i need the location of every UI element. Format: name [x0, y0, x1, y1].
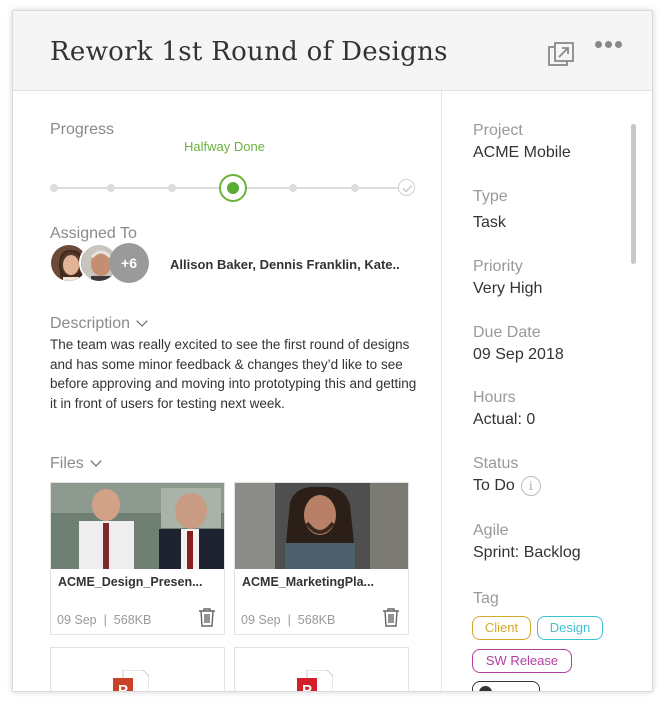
file-thumbnail	[51, 483, 224, 569]
task-header: Rework 1st Round of Designs	[13, 11, 652, 91]
assigned-label: Assigned To	[50, 225, 137, 242]
file-thumbnail	[235, 483, 408, 569]
powerpoint-file-icon: P	[113, 670, 149, 692]
task-detail-card: Rework 1st Round of Designs Progress Hal…	[12, 10, 653, 692]
tag-add-button[interactable]	[472, 681, 540, 691]
progress-status: Halfway Done	[184, 139, 265, 154]
file-meta: 09 Sep | 568KB	[241, 613, 335, 627]
agile-label: Agile	[473, 522, 509, 539]
trash-icon[interactable]	[382, 607, 400, 627]
hours-value[interactable]: Actual: 0	[473, 411, 535, 429]
assignee-names[interactable]: Allison Baker, Dennis Franklin, Kate..	[170, 257, 400, 272]
files-toggle[interactable]: Files	[50, 455, 102, 473]
status-value[interactable]: To Do	[473, 477, 515, 494]
more-assignees-badge[interactable]: +6	[109, 243, 149, 283]
file-date: 09 Sep	[241, 613, 281, 627]
progress-label: Progress	[50, 121, 115, 138]
file-card[interactable]: ACME_Design_Presen... 09 Sep | 568KB	[50, 482, 225, 635]
project-label: Project	[473, 122, 523, 139]
due-date-value[interactable]: 09 Sep 2018	[473, 346, 564, 364]
chevron-down-icon	[136, 315, 148, 327]
tag-label: Tag	[473, 590, 499, 607]
trash-icon[interactable]	[198, 607, 216, 627]
svg-text:P: P	[118, 682, 128, 692]
file-date: 09 Sep	[57, 613, 97, 627]
agile-value[interactable]: Sprint: Backlog	[473, 544, 581, 562]
tag-design[interactable]: Design	[537, 616, 603, 640]
file-card[interactable]: ACME_MarketingPla... 09 Sep | 568KB	[234, 482, 409, 635]
progress-step[interactable]	[168, 184, 176, 192]
description-text: The team was really excited to see the f…	[50, 337, 417, 411]
description-label: Description	[50, 315, 131, 332]
file-meta: 09 Sep | 568KB	[57, 613, 151, 627]
priority-label: Priority	[473, 258, 523, 275]
file-name: ACME_Design_Presen...	[58, 575, 203, 589]
scrollbar-thumb[interactable]	[631, 124, 636, 264]
pdf-file-icon: P	[297, 670, 333, 692]
files-label: Files	[50, 455, 84, 472]
priority-value[interactable]: Very High	[473, 280, 542, 298]
task-title: Rework 1st Round of Designs	[50, 37, 448, 67]
status-row: To Do i	[473, 476, 541, 496]
progress-step[interactable]	[50, 184, 58, 192]
svg-text:P: P	[302, 682, 312, 692]
popout-icon[interactable]	[547, 41, 575, 69]
file-card[interactable]: P	[50, 647, 225, 692]
tag-sw-release[interactable]: SW Release	[472, 649, 572, 673]
file-size: 568KB	[297, 613, 336, 627]
more-horizontal-icon[interactable]	[595, 35, 627, 51]
info-icon[interactable]: i	[520, 476, 541, 496]
project-value[interactable]: ACME Mobile	[473, 144, 571, 162]
progress-step[interactable]	[289, 184, 297, 192]
file-name: ACME_MarketingPla...	[242, 575, 374, 589]
progress-step[interactable]	[107, 184, 115, 192]
description-toggle[interactable]: Description	[50, 315, 148, 333]
progress-step-complete-icon[interactable]	[398, 179, 415, 196]
plus-circle-icon	[479, 686, 492, 691]
task-details-panel: Project ACME Mobile Type Task Priority V…	[442, 91, 652, 691]
file-card[interactable]: P	[234, 647, 409, 692]
progress-step-current[interactable]	[219, 174, 247, 202]
meta-separator: |	[100, 613, 111, 627]
hours-label: Hours	[473, 389, 516, 406]
tag-client[interactable]: Client	[472, 616, 531, 640]
type-value[interactable]: Task	[473, 214, 506, 232]
progress-step[interactable]	[351, 184, 359, 192]
task-main-panel: Progress Halfway Done Assigned To +6 All…	[13, 91, 441, 692]
due-date-label: Due Date	[473, 324, 541, 341]
type-label: Type	[473, 188, 508, 205]
file-size: 568KB	[113, 613, 152, 627]
meta-separator: |	[284, 613, 295, 627]
status-label: Status	[473, 455, 519, 472]
chevron-down-icon	[90, 455, 102, 467]
